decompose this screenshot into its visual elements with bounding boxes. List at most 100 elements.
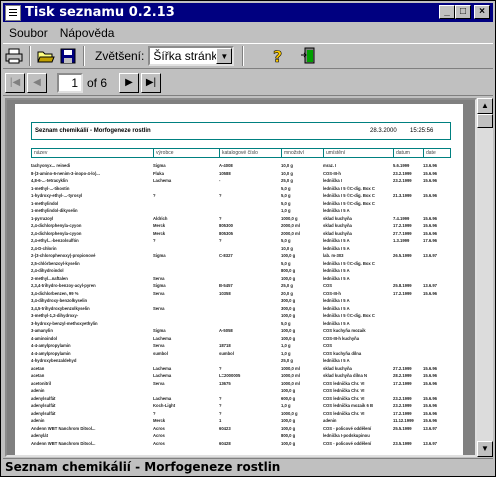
table-cell: 15.6.96: [423, 178, 437, 183]
menu-item-napoveda[interactable]: Nápověda: [54, 26, 121, 40]
table-cell: Acros: [153, 440, 165, 446]
table-row: 2,4-dihydroindol 800,0 g lednička I 5 A: [31, 267, 451, 275]
table-cell: 2,4-ethyl...-benzolsulfón: [31, 238, 79, 243]
table-cell: 27.7.1999: [393, 230, 412, 236]
scroll-up-button[interactable]: ▲: [477, 98, 493, 114]
chevron-down-icon[interactable]: ▼: [216, 48, 233, 64]
table-cell: [423, 200, 449, 208]
table-cell: 20,0 g: [281, 290, 293, 296]
scroll-down-button[interactable]: ▼: [477, 441, 493, 457]
table-body: tachyonyx... reinedi Sigma A-4008 10,0 g mra…: [31, 162, 451, 447]
open-button[interactable]: [35, 45, 57, 67]
table-row: 4-aminoindol Lachema 100,0 g COS-III-h kuch…: [31, 335, 451, 343]
table-cell: 7.4.1999: [393, 215, 410, 221]
table-cell: sklad kuchyňa: [323, 365, 352, 371]
table-cell: 13.6.96: [423, 163, 437, 168]
table-cell: Acros: [153, 425, 165, 431]
table-cell: acetan: [31, 373, 45, 378]
table-cell: 4,8-6-...-tetracyklin: [31, 178, 68, 183]
table-cell: [393, 267, 423, 275]
table-cell: lednička I 5 ©C-dig. Box C: [323, 185, 375, 191]
table-cell: 2,4-dichlorphenyla-cyyon: [31, 223, 82, 228]
next-page-button[interactable]: ▶: [119, 72, 140, 93]
table-cell: 1: [219, 418, 222, 423]
table-cell: [153, 312, 219, 320]
table-cell: 13.6.97: [423, 425, 437, 431]
table-cell: 11.12.1999: [393, 418, 414, 423]
table-cell: [393, 350, 423, 358]
table-cell: 4-aminoindol: [31, 335, 58, 341]
table-row: 2,4-dichlorphenyla-cyyon Merck 805300 2000,…: [31, 222, 451, 230]
table-cell: 10358: [219, 290, 231, 296]
app-list-icon: [5, 4, 21, 21]
zoom-select[interactable]: Šířka stránky ▼: [148, 46, 235, 66]
vertical-scrollbar[interactable]: ▲ ▼: [477, 98, 493, 457]
table-cell: COS lednička Chr. VI: [323, 388, 365, 393]
maximize-button[interactable]: □: [455, 5, 471, 19]
table-cell: 2000,0 ml: [281, 230, 300, 236]
table-cell: adenin: [31, 388, 45, 393]
table-cell: [153, 320, 219, 328]
table-row: adenylsulfát Lachema? 600,0 g COS lednička …: [31, 395, 451, 403]
table-cell: lednička I 5 A: [323, 320, 350, 326]
table-cell: 2-(3-chlorophenoxy)-propionové: [31, 253, 96, 258]
table-row: 1-methylindol 5,0 g lednička I 5 ©C-dig. B…: [31, 200, 451, 208]
close-button[interactable]: ×: [474, 5, 490, 19]
table-cell: 15.6.96: [423, 403, 437, 408]
table-cell: 15.6.96: [423, 365, 437, 371]
table-cell: lednička I-podskupinou: [323, 433, 370, 438]
page-number-input[interactable]: 1: [57, 72, 83, 93]
table-cell: 15.6.96: [423, 418, 437, 423]
table-row: 1-pyrrazoyl Aldrich? 1000,0 g sklad kuchyňa…: [31, 215, 451, 223]
table-cell: 1000,0 g: [281, 410, 298, 416]
table-cell: [219, 260, 281, 268]
table-cell: lednička I 5 ©C-dig. Box C: [323, 200, 375, 206]
table-cell: 100,0 g: [281, 425, 296, 431]
table-cell: 23.2.1999: [393, 403, 412, 408]
table-cell: [153, 357, 219, 365]
print-button[interactable]: [3, 45, 25, 67]
table-cell: 100,0 g: [281, 440, 296, 446]
table-cell: 2000,0 ml: [281, 223, 300, 228]
table-cell: 5.6.1999: [393, 163, 410, 168]
table-cell: lednička I 5 A: [323, 275, 350, 281]
table-cell: lednička I 5 A: [323, 298, 350, 303]
table-cell: Serva: [153, 305, 165, 311]
table-cell: 1000,0 g: [281, 215, 298, 221]
exit-button[interactable]: [298, 45, 320, 67]
table-cell: [423, 327, 449, 335]
table-row: adenylsulfát?? 1000,0 g COS lednička Chr. …: [31, 410, 451, 418]
print-preview-area: Seznam chemikálií - Morfogeneze rostlin …: [5, 98, 477, 457]
table-cell: 15.6.96: [423, 410, 437, 416]
table-cell: lednička I 5 A: [323, 245, 350, 251]
scroll-thumb[interactable]: [477, 114, 493, 128]
menu-item-soubor[interactable]: Soubor: [3, 26, 54, 40]
table-cell: 23.5.1999: [393, 440, 412, 446]
table-cell: lednička I: [323, 178, 343, 183]
table-cell: ?: [219, 215, 222, 221]
table-cell: -: [219, 178, 221, 183]
table-cell: COS: [323, 343, 333, 348]
save-button[interactable]: [57, 45, 79, 67]
table-cell: 4-4-amylpropylamin: [31, 343, 71, 348]
table-cell: Serva: [153, 290, 165, 296]
help-button[interactable]: ?: [268, 45, 290, 67]
table-row: 8-(3-amino-6-nenim-3-inopo-4-lo)... Fluka…: [31, 170, 451, 178]
column-header: datum: [394, 149, 424, 157]
table-cell: 1-methyl-...-tikostin: [31, 185, 70, 191]
table-cell: 21.3.1999: [393, 193, 412, 198]
first-page-button[interactable]: |◀: [5, 72, 25, 93]
table-cell: 15.6.96: [423, 290, 437, 296]
prev-page-button[interactable]: ◀: [27, 72, 47, 93]
table-cell: 3-hydroxy-benzyl-methoxyethylin: [31, 320, 98, 326]
table-cell: [153, 185, 219, 193]
menu-bar: Soubor Nápověda: [3, 23, 493, 42]
table-cell: COS: [323, 283, 333, 288]
table-row: adenylát Acros 800,0 g lednička I-podskupin…: [31, 432, 451, 440]
minimize-button[interactable]: _: [439, 5, 455, 19]
table-cell: 100,0 g: [281, 313, 296, 318]
table-cell: 800,0 g: [281, 433, 296, 438]
table-header: název výrobce katalogové číslo množství …: [31, 148, 451, 158]
table-cell: 1-pyrrazoyl: [31, 215, 54, 221]
last-page-button[interactable]: ▶|: [141, 72, 162, 93]
